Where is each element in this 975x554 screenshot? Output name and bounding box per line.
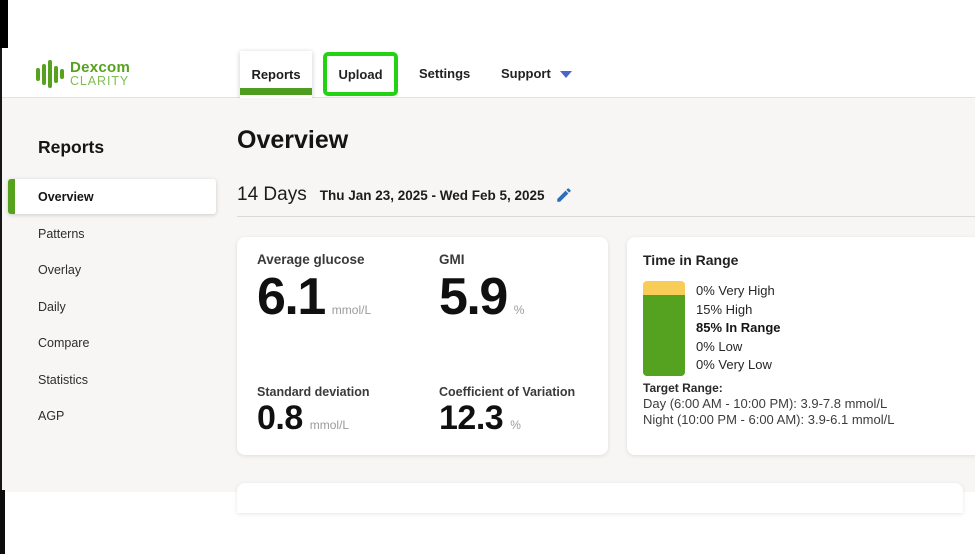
- time-in-range-legend: 0% Very High 15% High 85% In Range 0% Lo…: [696, 282, 781, 375]
- time-in-range-stacked-bar: [643, 281, 685, 376]
- screenshot-edge-artifact: [0, 490, 5, 554]
- metric-value: 12.3%: [439, 401, 575, 436]
- period-length: 14 Days: [237, 184, 307, 206]
- metric-label: GMI: [439, 252, 524, 267]
- tab-support-label: Support: [501, 67, 551, 81]
- metric-unit: mmol/L: [310, 418, 349, 432]
- legend-very-low: 0% Very Low: [696, 356, 781, 375]
- sidebar-item-overview[interactable]: Overview: [8, 179, 216, 214]
- target-range-heading: Target Range:: [643, 381, 894, 396]
- date-range-row: 14 Days Thu Jan 23, 2025 - Wed Feb 5, 20…: [237, 184, 573, 206]
- sidebar-item-statistics[interactable]: Statistics: [8, 362, 216, 399]
- sidebar-item-daily[interactable]: Daily: [8, 289, 216, 326]
- tab-settings[interactable]: Settings: [419, 67, 470, 81]
- metric-value: 5.9%: [439, 271, 524, 324]
- top-nav-bar: Dexcom CLARITY Reports Upload Settings S…: [0, 0, 975, 98]
- metric-label: Coefficient of Variation: [439, 385, 575, 399]
- tab-upload[interactable]: Upload: [338, 67, 382, 82]
- metric-unit: %: [510, 418, 521, 432]
- sidebar-item-agp[interactable]: AGP: [8, 398, 216, 435]
- logo-product-name: CLARITY: [70, 75, 130, 88]
- metric-gmi: GMI 5.9%: [439, 252, 524, 324]
- active-tab-indicator: [240, 88, 312, 95]
- sidebar-item-compare[interactable]: Compare: [8, 325, 216, 362]
- metric-label: Standard deviation: [257, 385, 370, 399]
- pencil-icon: [555, 186, 573, 204]
- logo-text: Dexcom CLARITY: [70, 60, 130, 88]
- legend-in-range: 85% In Range: [696, 319, 781, 338]
- bar-segment-high: [643, 281, 685, 295]
- tab-reports-label: Reports: [251, 67, 300, 82]
- glucose-stats-card: Average glucose 6.1mmol/L GMI 5.9% Stand…: [237, 237, 608, 455]
- sidebar-item-patterns[interactable]: Patterns: [8, 216, 216, 253]
- page-title: Overview: [237, 126, 348, 155]
- tab-reports[interactable]: Reports: [240, 51, 312, 98]
- next-report-card-partial: [237, 483, 963, 513]
- target-range-night: Night (10:00 PM - 6:00 AM): 3.9-6.1 mmol…: [643, 412, 894, 427]
- legend-high: 15% High: [696, 301, 781, 320]
- target-range-block: Target Range: Day (6:00 AM - 10:00 PM): …: [643, 381, 894, 427]
- metric-value: 0.8mmol/L: [257, 401, 370, 436]
- logo-brand-name: Dexcom: [70, 60, 130, 75]
- sidebar-title: Reports: [38, 137, 104, 158]
- metric-label: Average glucose: [257, 252, 371, 267]
- sidebar-nav: Overview Patterns Overlay Daily Compare …: [8, 179, 216, 435]
- tab-support[interactable]: Support: [501, 67, 572, 81]
- period-dates: Thu Jan 23, 2025 - Wed Feb 5, 2025: [320, 188, 545, 203]
- legend-low: 0% Low: [696, 338, 781, 357]
- metric-coefficient-of-variation: Coefficient of Variation 12.3%: [439, 385, 575, 436]
- bar-segment-in-range: [643, 295, 685, 376]
- sidebar-item-overlay[interactable]: Overlay: [8, 252, 216, 289]
- metric-unit: mmol/L: [332, 303, 371, 317]
- legend-very-high: 0% Very High: [696, 282, 781, 301]
- metric-average-glucose: Average glucose 6.1mmol/L: [257, 252, 371, 324]
- chevron-down-icon: [560, 71, 572, 78]
- upload-highlight-annotation: Upload: [323, 52, 398, 96]
- screenshot-edge-artifact: [0, 0, 8, 48]
- section-divider: [237, 216, 975, 217]
- dexcom-bars-icon: [36, 59, 64, 89]
- time-in-range-title: Time in Range: [643, 252, 738, 268]
- metric-unit: %: [514, 303, 525, 317]
- time-in-range-card: Time in Range 0% Very High 15% High 85% …: [627, 237, 975, 455]
- dexcom-clarity-logo[interactable]: Dexcom CLARITY: [36, 59, 130, 89]
- metric-standard-deviation: Standard deviation 0.8mmol/L: [257, 385, 370, 436]
- screenshot-edge-artifact: [0, 48, 2, 554]
- edit-date-range-button[interactable]: [555, 186, 573, 204]
- metric-value: 6.1mmol/L: [257, 271, 371, 324]
- target-range-day: Day (6:00 AM - 10:00 PM): 3.9-7.8 mmol/L: [643, 396, 894, 411]
